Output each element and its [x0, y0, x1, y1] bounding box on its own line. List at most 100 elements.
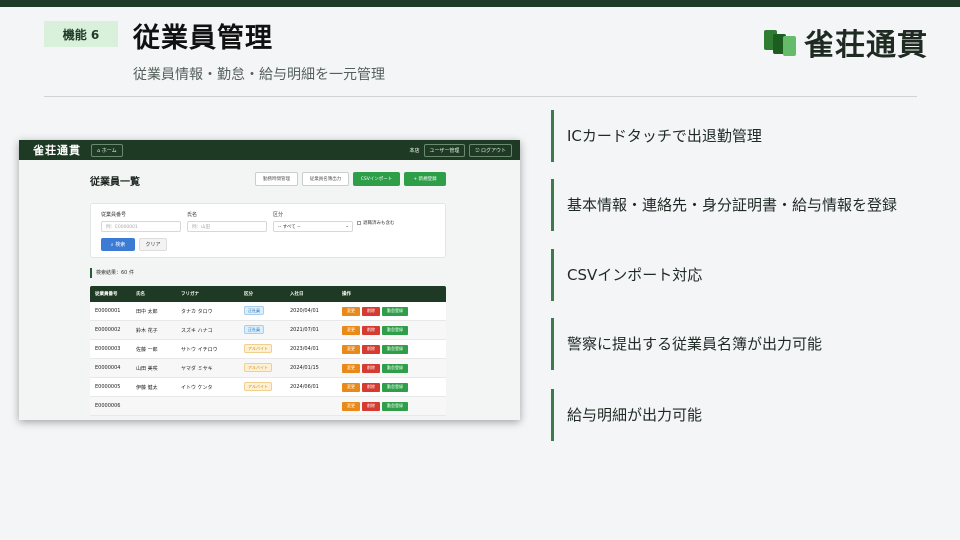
home-label: ホーム	[101, 147, 117, 154]
cell-type: アルバイト	[244, 382, 290, 391]
type-select[interactable]: -- すべて -- ⌄	[273, 221, 353, 232]
search-button[interactable]: ⌕ 検索	[101, 238, 135, 251]
logout-label: ログアウト	[480, 147, 506, 154]
feature-item: 給与明細が出力可能	[551, 389, 931, 441]
cell-name: 鈴木 花子	[136, 327, 158, 334]
feature-item: CSVインポート対応	[551, 249, 931, 301]
employee-table: 従業員番号 氏名 フリガナ 区分 入社日 操作 E0000001 田中 太郎 タナカ…	[90, 286, 446, 416]
chevron-down-icon: ⌄	[345, 224, 349, 229]
edit-button[interactable]: 変更	[342, 401, 360, 411]
edit-button[interactable]: 変更	[342, 344, 360, 354]
cell-actions: 変更 削除 勤怠登録	[342, 363, 446, 373]
name-input[interactable]: 例：山田	[187, 221, 267, 232]
table-row: E0000005 伊藤 健太 イトウ ケンタ アルバイト 2024/06/01 変更 削除勤…	[90, 378, 446, 397]
table-row: E0000001 田中 太郎 タナカ タロウ 正社員 2020/04/01 変更 削除 勤怠登…	[90, 302, 446, 321]
cell-actions: 変更 削除 勤怠登録	[342, 382, 446, 392]
cell-join-date: 2021/07/01	[290, 327, 319, 333]
type-tag: 正社員	[244, 325, 264, 334]
table-row: E0000002 鈴木 花子 スズキ ハナコ 正社員 2021/07/01 変更 削除 勤怠登…	[90, 321, 446, 340]
col-kana: フリガナ	[181, 292, 199, 297]
result-count: 検索結果：60 件	[90, 268, 134, 278]
app-logo: 雀荘通貫	[33, 144, 81, 157]
name-label: 氏名	[187, 212, 198, 218]
search-icon: ⌕	[110, 241, 114, 248]
cell-join-date: 2024/01/15	[290, 365, 319, 371]
attendance-button[interactable]: 勤怠登録	[382, 306, 408, 316]
attendance-button[interactable]: 勤怠登録	[382, 401, 408, 411]
slide-title: 従業員管理	[133, 23, 273, 54]
feature-item: ICカードタッチで出退勤管理	[551, 110, 931, 162]
cell-name: 佐藤 一郎	[136, 346, 158, 353]
store-name: 本店	[409, 147, 420, 154]
feature-item: 基本情報・連絡先・身分証明書・給与情報を登録	[551, 179, 931, 231]
cell-join-date: 2020/04/01	[290, 308, 319, 314]
search-button-label: 検索	[115, 242, 126, 248]
table-row: E0000003 佐藤 一郎 サトウ イチロウ アルバイト 2023/04/01 変更 削除…	[90, 340, 446, 359]
cell-name: 田中 太郎	[136, 308, 158, 315]
cell-type: 正社員	[244, 306, 290, 315]
header-divider	[44, 96, 917, 97]
feature-item: 警察に提出する従業員名簿が出力可能	[551, 318, 931, 370]
top-accent-bar	[0, 0, 960, 7]
attendance-button[interactable]: 勤怠登録	[382, 325, 408, 335]
edit-button[interactable]: 変更	[342, 325, 360, 335]
cell-actions: 変更 削除 勤怠登録	[342, 344, 446, 354]
type-tag: 正社員	[244, 306, 264, 315]
cell-kana: スズキ ハナコ	[181, 327, 213, 334]
delete-button[interactable]: 削除	[362, 382, 380, 392]
home-button[interactable]: ⌂ ホーム	[91, 143, 123, 157]
delete-button[interactable]: 削除	[362, 401, 380, 411]
attendance-button[interactable]: 勤怠登録	[382, 344, 408, 354]
cell-employee-id: E0000003	[95, 346, 121, 352]
delete-button[interactable]: 削除	[362, 325, 380, 335]
edit-button[interactable]: 変更	[342, 363, 360, 373]
type-tag: アルバイト	[244, 382, 272, 391]
cell-employee-id: E0000001	[95, 308, 121, 314]
include-retired-label: 退職済みも含む	[363, 221, 395, 226]
type-tag: アルバイト	[244, 363, 272, 372]
attendance-button[interactable]: 勤怠登録	[382, 363, 408, 373]
cell-employee-id: E0000002	[95, 327, 121, 333]
app-header: 雀荘通貫 ⌂ ホーム 本店 ユーザー管理 ⎋ ログアウト	[19, 140, 520, 160]
brand-name: 雀荘通貫	[804, 28, 928, 63]
delete-button[interactable]: 削除	[362, 363, 380, 373]
edit-button[interactable]: 変更	[342, 306, 360, 316]
csv-import-button[interactable]: CSVインポート	[353, 172, 400, 186]
brand-logo: 雀荘通貫	[764, 22, 928, 63]
include-retired-checkbox[interactable]: 退職済みも含む	[357, 220, 395, 226]
cell-name: 伊藤 健太	[136, 384, 158, 391]
col-type: 区分	[244, 292, 253, 297]
edit-button[interactable]: 変更	[342, 382, 360, 392]
export-roster-button[interactable]: 従業員名簿出力	[302, 172, 349, 186]
cell-type: アルバイト	[244, 344, 290, 353]
id-label: 従業員番号	[101, 212, 127, 218]
delete-button[interactable]: 削除	[362, 344, 380, 354]
col-employee-id: 従業員番号	[95, 292, 118, 297]
cell-type: アルバイト	[244, 363, 290, 372]
page-title: 従業員一覧	[90, 177, 140, 188]
user-management-button[interactable]: ユーザー管理	[423, 143, 466, 157]
clear-button[interactable]: クリア	[139, 238, 167, 251]
search-panel: 従業員番号 例：E0000001 氏名 例：山田 区分 -- すべて -- ⌄ 退…	[90, 203, 446, 258]
cell-employee-id: E0000005	[95, 384, 121, 390]
page-actions: 勤務時間管理 従業員名簿出力 CSVインポート + 新規登録	[255, 172, 446, 186]
slide-subtitle: 従業員情報・勤怠・給与明細を一元管理	[133, 67, 385, 83]
cell-type: 正社員	[244, 325, 290, 334]
cell-employee-id: E0000006	[95, 403, 121, 409]
cell-kana: イトウ ケンタ	[181, 384, 213, 391]
delete-button[interactable]: 削除	[362, 306, 380, 316]
logout-button[interactable]: ⎋ ログアウト	[469, 143, 512, 157]
type-label: 区分	[273, 212, 284, 218]
employee-id-input[interactable]: 例：E0000001	[101, 221, 181, 232]
col-actions: 操作	[342, 292, 351, 297]
cell-kana: ヤマダ ミサキ	[181, 365, 213, 372]
col-join-date: 入社日	[290, 292, 304, 297]
new-employee-button[interactable]: + 新規登録	[404, 172, 446, 186]
table-header: 従業員番号 氏名 フリガナ 区分 入社日 操作	[90, 286, 446, 302]
attendance-button[interactable]: 勤怠登録	[382, 382, 408, 392]
table-body: E0000001 田中 太郎 タナカ タロウ 正社員 2020/04/01 変更 削除 勤怠登…	[90, 302, 446, 416]
cell-actions: 変更 削除 勤怠登録	[342, 401, 446, 411]
cell-actions: 変更 削除 勤怠登録	[342, 325, 446, 335]
type-tag: アルバイト	[244, 344, 272, 353]
work-hours-button[interactable]: 勤務時間管理	[255, 172, 298, 186]
